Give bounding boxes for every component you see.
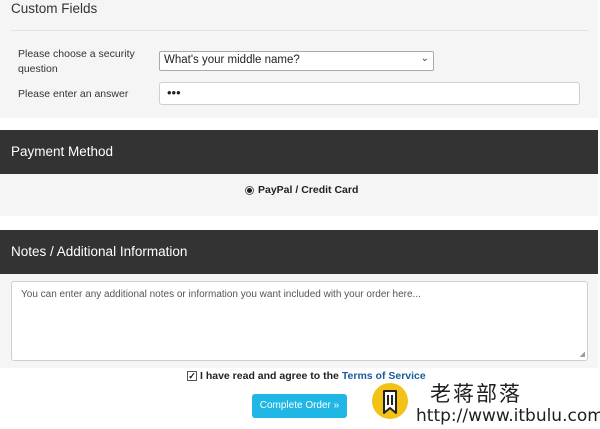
notes-placeholder: You can enter any additional notes or in… (21, 289, 421, 300)
terms-agreement-text: I have read and agree to the (200, 370, 339, 382)
security-question-select[interactable]: What's your middle name? ⌄ (159, 51, 434, 71)
custom-fields-title: Custom Fields (11, 1, 98, 16)
security-label-line2: question (18, 63, 58, 75)
payment-option-label: PayPal / Credit Card (258, 184, 359, 196)
checkbox-checked-icon[interactable]: ✓ (187, 371, 197, 381)
security-label-line1: Please choose a security (18, 48, 135, 60)
resize-grip-icon[interactable]: ◢ (580, 350, 585, 358)
chevron-down-icon: ⌄ (420, 53, 429, 64)
radio-selected-icon[interactable] (245, 185, 254, 195)
complete-order-button[interactable]: Complete Order » (252, 394, 347, 418)
watermark-url: http://www.itbulu.com (416, 406, 600, 426)
watermark-logo-icon (372, 383, 408, 419)
watermark-title: 老蒋部落 (430, 382, 522, 406)
notes-header: Notes / Additional Information (0, 230, 598, 274)
security-question-label: Please choose a security question (18, 47, 135, 77)
divider (11, 30, 588, 31)
payment-option-paypal[interactable]: PayPal / Credit Card (245, 184, 358, 196)
payment-method-header: Payment Method (0, 130, 598, 174)
security-question-value: What's your middle name? (164, 54, 300, 66)
notes-textarea[interactable]: You can enter any additional notes or in… (11, 281, 588, 361)
answer-input[interactable]: ••• (159, 82, 580, 105)
answer-label: Please enter an answer (18, 88, 129, 100)
